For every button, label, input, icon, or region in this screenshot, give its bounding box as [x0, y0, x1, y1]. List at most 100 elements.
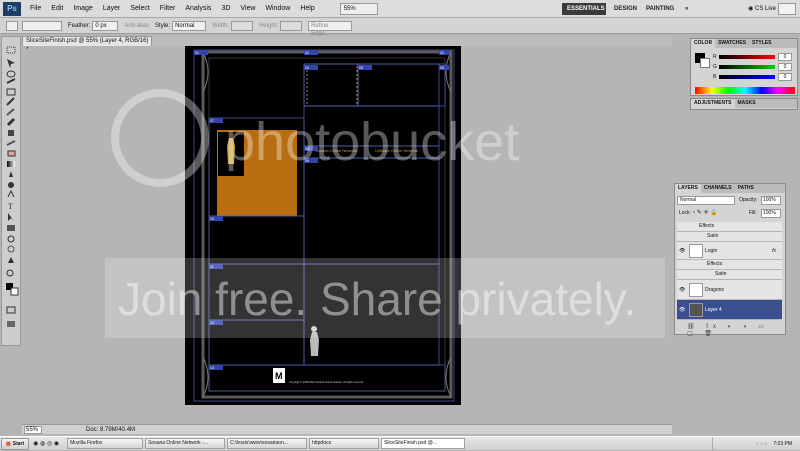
clone-stamp-tool-icon: [8, 130, 14, 136]
style-select[interactable]: Normal: [172, 20, 207, 31]
visibility-eye-icon[interactable]: 👁: [679, 242, 685, 260]
slider-r-value[interactable]: 0: [778, 53, 792, 61]
visibility-eye-icon[interactable]: 👁: [679, 280, 685, 300]
slider-g[interactable]: G 0: [713, 62, 797, 72]
tab-paths[interactable]: PATHS: [735, 184, 757, 193]
slider-b-track[interactable]: [719, 75, 775, 79]
menu-help[interactable]: Help: [295, 5, 319, 12]
layer-login[interactable]: 👁 Login fx: [677, 242, 782, 260]
tray-icons[interactable]: ◌ ◌ ◌: [756, 441, 768, 447]
slider-g-track[interactable]: [719, 65, 775, 69]
menu-view[interactable]: View: [235, 5, 260, 12]
tab-channels[interactable]: CHANNELS: [701, 184, 735, 193]
quick-launch-icons[interactable]: ◉ ◍ ◎ ◉: [33, 440, 59, 447]
svg-text:13: 13: [210, 366, 214, 370]
layers-panel-tabs: LAYERS CHANNELS PATHS: [675, 184, 785, 193]
rectangle-tool-icon: [7, 225, 15, 231]
canvas-artwork: Sosaria Online Network Ultimate Online N…: [193, 49, 455, 402]
workspace-more-button[interactable]: »: [680, 3, 690, 15]
tab-styles[interactable]: STYLES: [749, 39, 774, 48]
height-input[interactable]: [280, 20, 303, 31]
help-search-field[interactable]: [778, 3, 796, 15]
taskbar-firefox[interactable]: Mozilla Firefox: [67, 438, 144, 449]
blend-mode-select[interactable]: Normal: [677, 196, 735, 205]
taskbar-sosaria[interactable]: Sosaria Online Network -...: [145, 438, 226, 449]
menu-filter[interactable]: Filter: [155, 5, 181, 12]
layer-effects-label: Effects: [707, 261, 723, 267]
layer-dragons[interactable]: 👁 Dragons: [677, 280, 782, 300]
workspace-painting[interactable]: PAINTING: [641, 3, 679, 15]
menu-select[interactable]: Select: [125, 5, 154, 12]
workspace-design[interactable]: DESIGN: [609, 3, 637, 15]
feather-label: Feather:: [68, 22, 91, 29]
slice-guides: [193, 49, 455, 402]
start-button[interactable]: ▦ Start: [1, 437, 30, 450]
layer-fx-icon[interactable]: fx: [772, 242, 776, 260]
tab-layers[interactable]: LAYERS: [675, 184, 701, 193]
antialias-checkbox[interactable]: Anti-alias: [124, 23, 149, 29]
blur-tool-icon: [9, 171, 13, 177]
gradient-tool-icon: [7, 161, 15, 167]
3d-orbit-tool-icon: [7, 245, 15, 253]
slider-r[interactable]: R 0: [713, 52, 797, 62]
windows-taskbar: ▦ Start ◉ ◍ ◎ ◉ Mozilla Firefox Sosaria O…: [0, 436, 800, 451]
cs-live-button[interactable]: ◉ CS Live: [748, 3, 776, 15]
color-ramp[interactable]: [695, 87, 795, 94]
tab-swatches[interactable]: SWATCHES: [715, 39, 749, 48]
start-label: Start: [12, 440, 25, 447]
slider-g-value[interactable]: 0: [778, 63, 792, 71]
layer-satin-2[interactable]: Satin: [677, 270, 782, 280]
status-bar: 55% Doc: 8.79M/40.4M: [22, 424, 672, 434]
layer-satin-1[interactable]: Satin: [677, 232, 782, 242]
taskbar-explorer[interactable]: C:\hosts\www\sosariaon...: [227, 438, 308, 449]
pen-tool-icon: [7, 189, 15, 198]
tool-icons[interactable]: T: [2, 37, 22, 347]
slider-b[interactable]: B 0: [713, 72, 797, 82]
dodge-tool-icon: [8, 182, 14, 188]
workspace-essentials[interactable]: ESSENTIALS: [562, 3, 606, 15]
clock[interactable]: 7:03 PM: [773, 441, 792, 447]
opacity-input[interactable]: 100%: [761, 196, 781, 205]
layer-footer-buttons[interactable]: ⛓ fx ◐ ◑ ▭ ▢ 🗑: [677, 323, 783, 337]
layer-effects-2[interactable]: Effects: [677, 260, 782, 270]
status-zoom-field[interactable]: 55%: [24, 426, 42, 434]
document-size-info[interactable]: Doc: 8.79M/40.4M: [86, 427, 135, 433]
refine-edge-button[interactable]: Refine Edge...: [308, 20, 353, 37]
menu-3d[interactable]: 3D: [216, 5, 235, 12]
menu-file[interactable]: File: [25, 5, 46, 12]
visibility-eye-icon[interactable]: 👁: [679, 300, 685, 320]
zoom-select[interactable]: 55%: [339, 2, 378, 15]
taskbar-httpdocs[interactable]: httpdocs: [309, 438, 380, 449]
feather-input[interactable]: 0 px: [92, 20, 119, 31]
layer-satin-label: Satin: [715, 271, 727, 277]
svg-text:05: 05: [359, 66, 363, 70]
menu-text-a: Sosaria Online Network: [315, 148, 357, 153]
tool-preset-picker[interactable]: [6, 20, 18, 31]
menu-image[interactable]: Image: [68, 5, 97, 12]
width-input[interactable]: [231, 20, 254, 31]
color-sliders: R 0 G 0 B 0: [713, 52, 797, 82]
svg-text:08: 08: [305, 147, 309, 151]
adjustments-panel: ADJUSTMENTS MASKS: [690, 98, 798, 110]
layer-effects-1[interactable]: Effects: [677, 222, 782, 232]
layer-4-selected[interactable]: 👁 Layer 4: [677, 300, 782, 320]
menu-window[interactable]: Window: [260, 5, 295, 12]
menu-layer[interactable]: Layer: [98, 5, 126, 12]
cs-live-icon: ◉: [748, 6, 755, 12]
selection-mode-buttons[interactable]: [22, 20, 62, 31]
lock-icons[interactable]: ▫ ✎ ✛ 🔒: [693, 209, 718, 216]
menu-analysis[interactable]: Analysis: [180, 5, 216, 12]
menu-edit[interactable]: Edit: [46, 5, 68, 12]
background-swatch[interactable]: [700, 58, 710, 68]
lasso-tool-icon: [6, 70, 16, 78]
document-tab[interactable]: SliceSiteFinish.psd @ 55% (Layer 4, RGB/…: [22, 36, 152, 53]
tab-color[interactable]: COLOR: [691, 39, 716, 48]
slider-r-track[interactable]: [719, 55, 775, 59]
fill-input[interactable]: 100%: [761, 209, 781, 218]
taskbar-photoshop[interactable]: SliceSiteFinish.psd @...: [381, 438, 466, 449]
document-canvas[interactable]: Sosaria Online Network Ultimate Online N…: [185, 46, 461, 405]
slider-b-value[interactable]: 0: [778, 73, 792, 81]
tab-masks[interactable]: MASKS: [735, 99, 759, 108]
crop-tool-icon: [6, 88, 16, 96]
tab-adjustments[interactable]: ADJUSTMENTS: [691, 99, 735, 108]
